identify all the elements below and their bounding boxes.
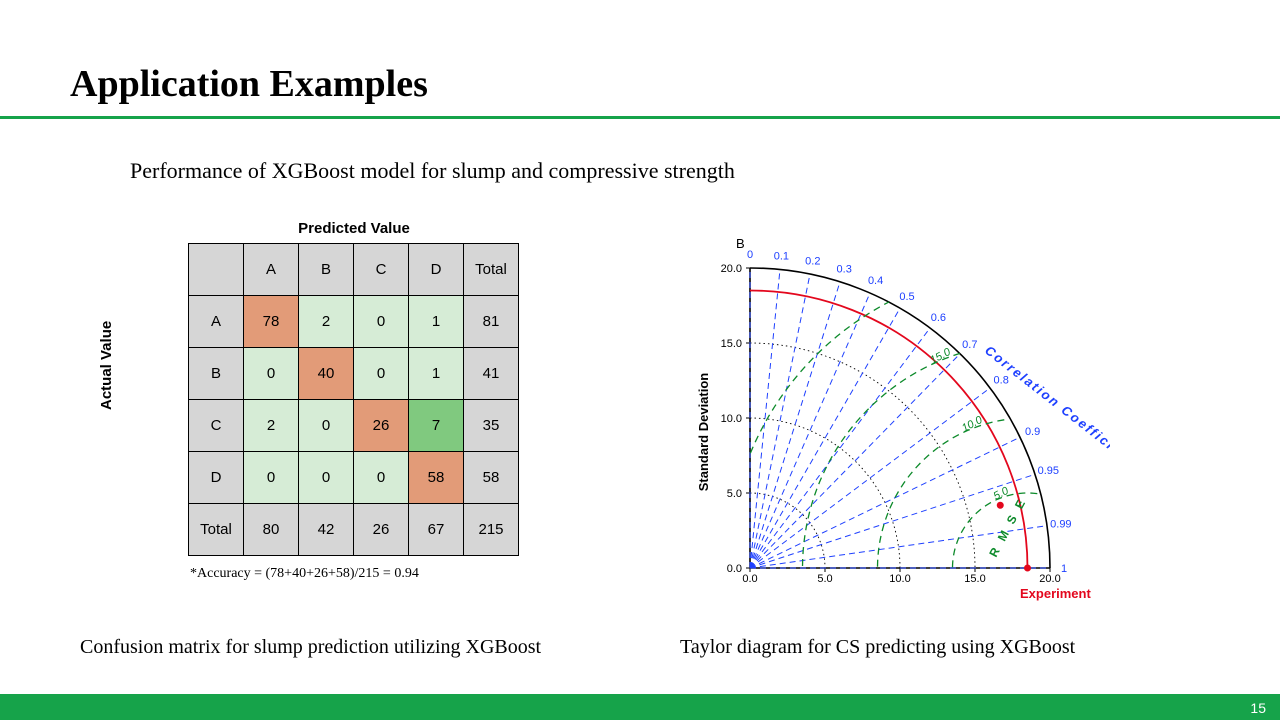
table-row: C 2 0 26 7 35	[189, 400, 519, 452]
title-underline	[0, 116, 1280, 119]
svg-text:Experiment: Experiment	[1020, 586, 1091, 601]
cm-cell: 26	[354, 400, 409, 452]
cm-cell	[189, 244, 244, 296]
svg-text:0.1: 0.1	[774, 251, 789, 263]
cm-cell: 0	[354, 296, 409, 348]
svg-text:0.2: 0.2	[805, 255, 820, 267]
cm-row-header: D	[189, 452, 244, 504]
cm-row-header: Total	[189, 504, 244, 556]
cm-cell: B	[299, 244, 354, 296]
taylor-diagram: 0.00.05.05.010.010.015.015.020.020.000.1…	[690, 232, 1110, 602]
svg-text:0: 0	[747, 249, 753, 261]
cm-cell: 1	[409, 348, 464, 400]
svg-text:B: B	[736, 236, 745, 251]
cm-cell: 0	[244, 348, 299, 400]
svg-text:10.0: 10.0	[960, 414, 985, 435]
slide-subtitle: Performance of XGBoost model for slump a…	[130, 158, 735, 184]
cm-cell: 0	[299, 400, 354, 452]
cm-row-header: A	[189, 296, 244, 348]
cm-cell: 0	[299, 452, 354, 504]
cm-side-label: Actual Value	[98, 321, 115, 410]
cm-cell: 26	[354, 504, 409, 556]
table-row: A 78 2 0 1 81	[189, 296, 519, 348]
cm-cell: 42	[299, 504, 354, 556]
cm-cell: C	[354, 244, 409, 296]
cm-cell: 0	[354, 452, 409, 504]
cm-cell: 0	[354, 348, 409, 400]
cm-cell: 7	[409, 400, 464, 452]
slide-title: Application Examples	[70, 62, 428, 106]
svg-text:20.0: 20.0	[721, 263, 742, 275]
cm-row-header: C	[189, 400, 244, 452]
svg-text:1: 1	[1061, 563, 1067, 575]
cm-cell: 58	[409, 452, 464, 504]
svg-text:15.0: 15.0	[721, 338, 742, 350]
svg-text:5.0: 5.0	[817, 573, 832, 585]
svg-text:0.95: 0.95	[1038, 465, 1059, 477]
svg-text:Standard Deviation: Standard Deviation	[696, 373, 711, 492]
cm-cell: 80	[244, 504, 299, 556]
cm-cell: Total	[464, 244, 519, 296]
table-row: Total 80 42 26 67 215	[189, 504, 519, 556]
table-row: B 0 40 0 1 41	[189, 348, 519, 400]
cm-top-label: Predicted Value	[188, 220, 520, 237]
footer-bar: 15	[0, 694, 1280, 720]
cm-cell: 41	[464, 348, 519, 400]
svg-text:0.7: 0.7	[962, 339, 977, 351]
caption-right: Taylor diagram for CS predicting using X…	[680, 636, 1075, 659]
svg-text:5.0: 5.0	[727, 488, 742, 500]
cm-header-row: A B C D Total	[189, 244, 519, 296]
caption-left: Confusion matrix for slump prediction ut…	[80, 636, 541, 659]
svg-text:0.9: 0.9	[1025, 426, 1040, 438]
svg-text:0.0: 0.0	[727, 563, 742, 575]
svg-text:15.0: 15.0	[964, 573, 985, 585]
cm-cell: 67	[409, 504, 464, 556]
cm-cell: A	[244, 244, 299, 296]
svg-text:5.0: 5.0	[992, 484, 1012, 502]
svg-text:0.99: 0.99	[1050, 519, 1071, 531]
table-row: D 0 0 0 58 58	[189, 452, 519, 504]
cm-cell: D	[409, 244, 464, 296]
confusion-matrix-wrapper: Predicted Value Actual Value A B C D Tot…	[60, 220, 560, 582]
svg-text:0.8: 0.8	[994, 375, 1009, 387]
taylor-svg: 0.00.05.05.010.010.015.015.020.020.000.1…	[690, 232, 1110, 602]
cm-cell: 58	[464, 452, 519, 504]
svg-text:0.5: 0.5	[899, 291, 914, 303]
cm-cell: 1	[409, 296, 464, 348]
svg-text:R M S E: R M S E	[986, 495, 1029, 560]
cm-cell: 215	[464, 504, 519, 556]
cm-cell: 78	[244, 296, 299, 348]
svg-text:0.3: 0.3	[837, 263, 852, 275]
cm-cell: 35	[464, 400, 519, 452]
confusion-matrix-table: A B C D Total A 78 2 0 1 81 B 0 40 0 1 4…	[188, 243, 519, 556]
cm-cell: 2	[299, 296, 354, 348]
cm-cell: 2	[244, 400, 299, 452]
svg-text:10.0: 10.0	[721, 413, 742, 425]
svg-text:0.0: 0.0	[742, 573, 757, 585]
cm-cell: 81	[464, 296, 519, 348]
svg-text:0.4: 0.4	[868, 275, 883, 287]
svg-text:20.0: 20.0	[1039, 573, 1060, 585]
cm-accuracy-note: *Accuracy = (78+40+26+58)/215 = 0.94	[190, 566, 560, 582]
cm-cell: 40	[299, 348, 354, 400]
cm-cell: 0	[244, 452, 299, 504]
svg-text:0.6: 0.6	[931, 312, 946, 324]
page-number: 15	[1250, 700, 1266, 716]
cm-row-header: B	[189, 348, 244, 400]
svg-text:10.0: 10.0	[889, 573, 910, 585]
